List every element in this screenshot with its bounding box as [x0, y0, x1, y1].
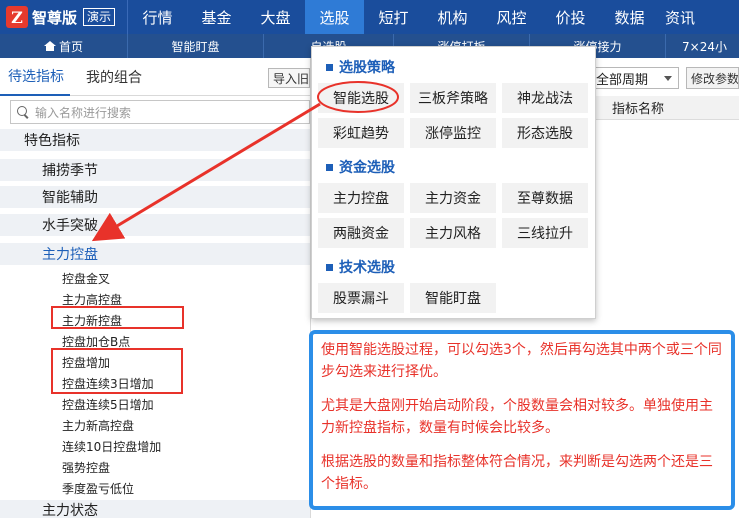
menu-item-main-control[interactable]: 主力控盘 [318, 183, 404, 213]
logo-mark-icon: Z [6, 6, 28, 28]
indicator-name-column-header: 指标名称 [596, 96, 739, 120]
menu-item-main-style[interactable]: 主力风格 [410, 218, 496, 248]
nav-item-data[interactable]: 数据 [600, 0, 659, 34]
period-select[interactable]: 全部周期 [593, 67, 679, 89]
sub-item-control-3day-increase[interactable]: 控盘连续3日增加 [62, 374, 154, 392]
section-strategy-title: 选股策略 [326, 57, 395, 77]
sub-item-strong-control[interactable]: 强势控盘 [62, 458, 110, 476]
import-old-button[interactable]: 导入旧 [268, 68, 310, 88]
indicator-tree-panel: 待选指标 我的组合 导入旧 输入名称进行搜索 特色指标 捕捞季节 智能辅助 水手… [0, 58, 310, 518]
home-icon [43, 41, 56, 51]
search-icon [17, 106, 29, 118]
subnav-home-label: 首页 [58, 39, 83, 54]
menu-item-smart-watch[interactable]: 智能盯盘 [410, 283, 496, 313]
subnav-7x24[interactable]: 7×24小 [666, 34, 739, 58]
menu-item-three-axe[interactable]: 三板斧策略 [410, 83, 496, 113]
nav-item-news[interactable]: 资讯 [659, 0, 701, 34]
section-fund-title: 资金选股 [326, 157, 395, 177]
subnav-smart-watch[interactable]: 智能盯盘 [128, 34, 264, 58]
menu-item-limit-up-monitor[interactable]: 涨停监控 [410, 118, 496, 148]
tab-my-combinations[interactable]: 我的组合 [78, 58, 148, 96]
nav-item-risk-control[interactable]: 风控 [482, 0, 541, 34]
brand-logo[interactable]: Z 智尊版 演示 [0, 0, 128, 34]
demo-badge: 演示 [83, 8, 116, 26]
nav-item-stock-picking[interactable]: 选股 [305, 0, 364, 34]
sub-item-high-control[interactable]: 主力高控盘 [62, 290, 122, 308]
search-box[interactable]: 输入名称进行搜索 [10, 100, 310, 124]
search-input[interactable]: 输入名称进行搜索 [35, 104, 131, 121]
tab-pending-indicators[interactable]: 待选指标 [0, 58, 70, 96]
brand-name: 智尊版 [32, 8, 78, 27]
nav-item-funds[interactable]: 基金 [187, 0, 246, 34]
note-paragraph-1: 使用智能选股过程，可以勾选3个，然后再勾选其中两个或三个同步勾选来进行择优。 [321, 342, 722, 380]
menu-item-margin-funds[interactable]: 两融资金 [318, 218, 404, 248]
menu-item-smart-picking[interactable]: 智能选股 [318, 83, 404, 113]
sub-item-quarterly-low[interactable]: 季度盈亏低位 [62, 479, 134, 497]
menu-item-rainbow-trend[interactable]: 彩虹趋势 [318, 118, 404, 148]
category-fishing-season[interactable]: 捕捞季节 [0, 159, 310, 181]
category-main-force-control[interactable]: 主力控盘 [0, 243, 310, 265]
sub-item-control-golden-cross[interactable]: 控盘金叉 [62, 269, 110, 287]
menu-item-three-line-rise[interactable]: 三线拉升 [502, 218, 588, 248]
nav-item-short-trade[interactable]: 短打 [364, 0, 423, 34]
nav-item-market[interactable]: 大盘 [246, 0, 305, 34]
nav-item-institution[interactable]: 机构 [423, 0, 482, 34]
menu-item-pattern-picking[interactable]: 形态选股 [502, 118, 588, 148]
sub-item-new-control[interactable]: 主力新控盘 [62, 311, 122, 329]
category-smart-assist[interactable]: 智能辅助 [0, 186, 310, 208]
sub-item-new-high-control[interactable]: 主力新高控盘 [62, 416, 134, 434]
top-nav: Z 智尊版 演示 行情 基金 大盘 选股 短打 机构 风控 价投 数据 资讯 [0, 0, 739, 34]
modify-params-button[interactable]: 修改参数 [686, 67, 739, 89]
menu-item-stock-funnel[interactable]: 股票漏斗 [318, 283, 404, 313]
stock-picking-dropdown: 选股策略 智能选股 三板斧策略 神龙战法 彩虹趋势 涨停监控 形态选股 资金选股… [311, 46, 596, 319]
sub-item-control-10day-increase[interactable]: 连续10日控盘增加 [62, 437, 161, 455]
note-paragraph-2: 尤其是大盘刚开始启动阶段，个股数量会相对较多。单独使用主力新控盘指标，数量有时候… [321, 398, 713, 436]
sub-item-add-position-b[interactable]: 控盘加仓B点 [62, 332, 130, 350]
sub-item-control-increase[interactable]: 控盘增加 [62, 353, 110, 371]
menu-item-dragon-tactics[interactable]: 神龙战法 [502, 83, 588, 113]
sub-item-control-5day-increase[interactable]: 控盘连续5日增加 [62, 395, 154, 413]
subnav-home[interactable]: 首页 [0, 34, 128, 58]
period-select-value: 全部周期 [596, 72, 649, 88]
note-paragraph-3: 根据选股的数量和指标整体符合情况，来判断是勾选两个还是三个指标。 [321, 454, 713, 492]
category-featured[interactable]: 特色指标 [0, 129, 310, 151]
annotation-note: 使用智能选股过程，可以勾选3个，然后再勾选其中两个或三个同步勾选来进行择优。 尤… [309, 330, 735, 510]
menu-item-main-funds[interactable]: 主力资金 [410, 183, 496, 213]
panel-tabs: 待选指标 我的组合 导入旧 [0, 58, 310, 96]
chevron-down-icon [664, 76, 672, 81]
nav-item-quotes[interactable]: 行情 [128, 0, 187, 34]
nav-item-value-invest[interactable]: 价投 [541, 0, 600, 34]
menu-item-supreme-data[interactable]: 至尊数据 [502, 183, 588, 213]
category-main-force-status[interactable]: 主力状态 [0, 500, 310, 518]
category-sailor-breakout[interactable]: 水手突破 [0, 214, 310, 236]
section-technical-title: 技术选股 [326, 257, 395, 277]
